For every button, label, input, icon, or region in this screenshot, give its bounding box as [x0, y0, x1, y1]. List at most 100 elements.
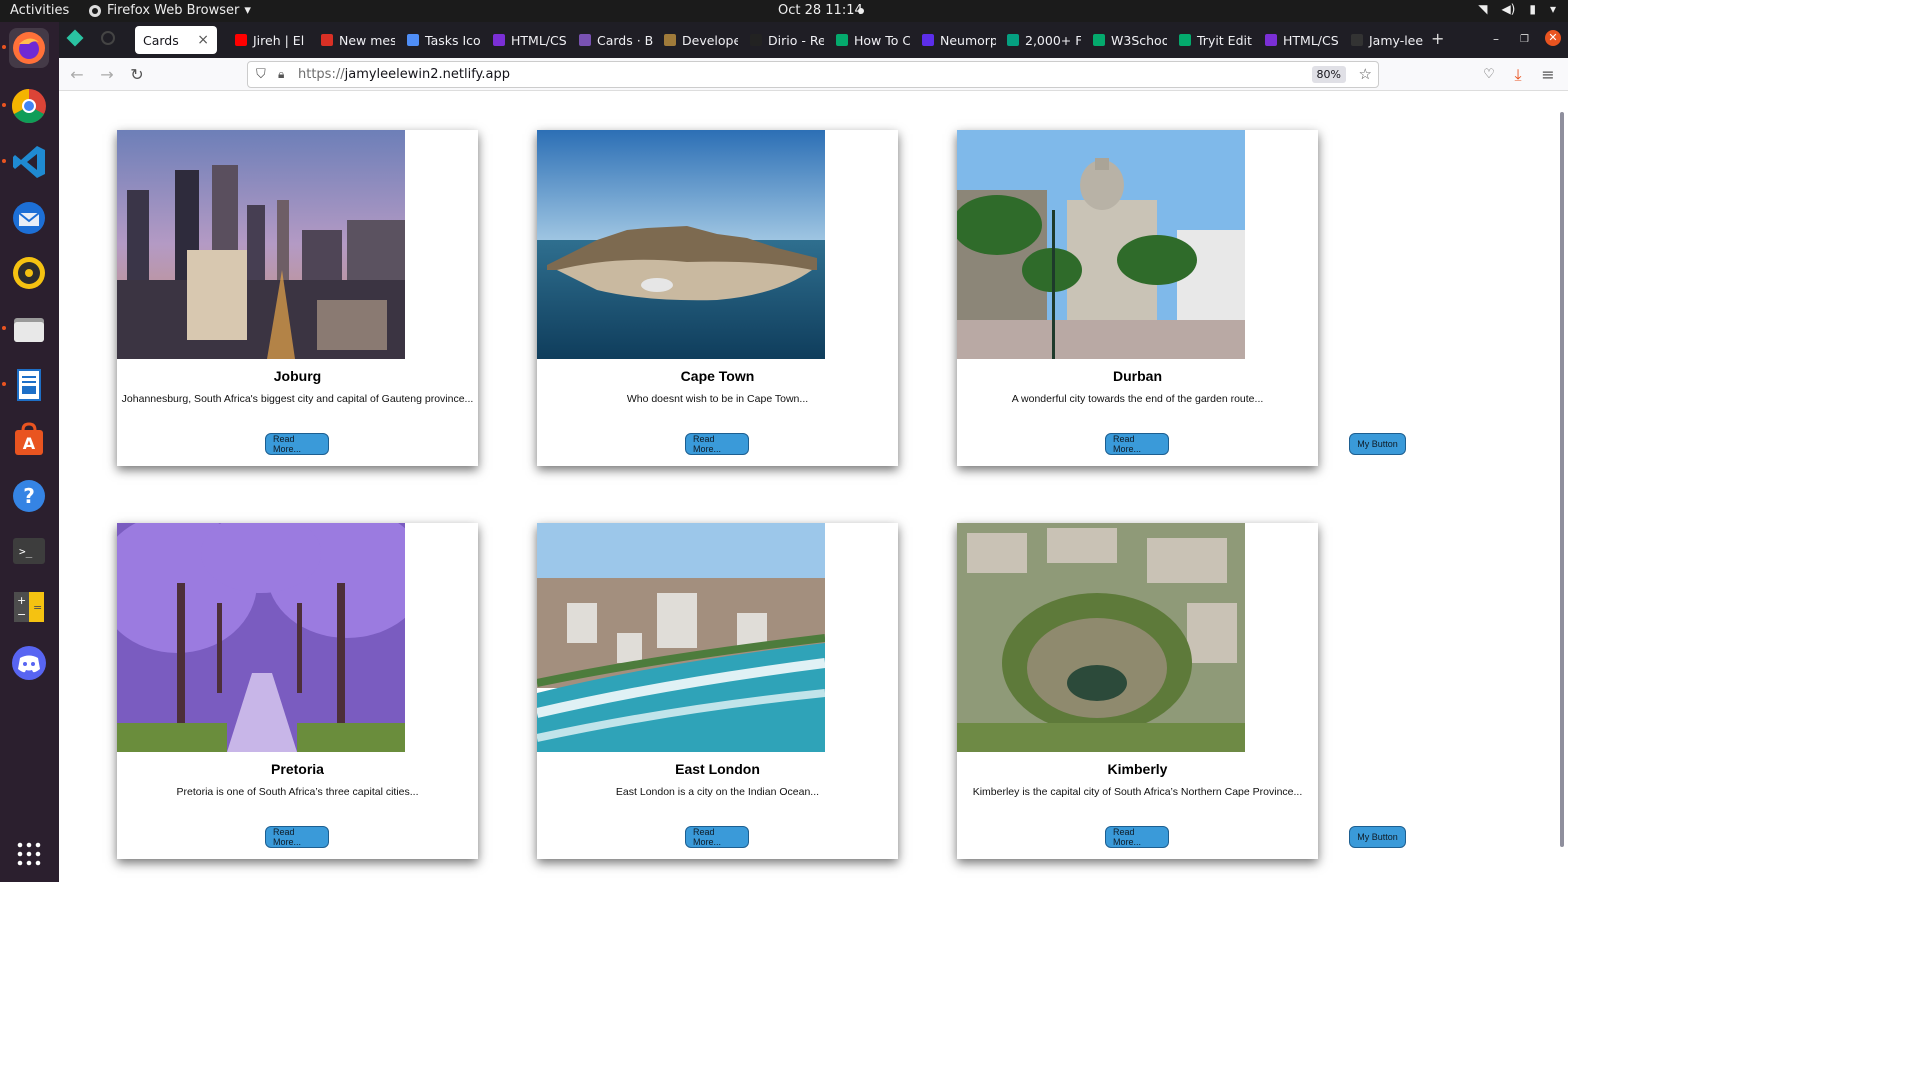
dock-terminal[interactable]: >_: [9, 531, 49, 571]
city-card: East London East London is a city on the…: [537, 523, 898, 859]
browser-tab[interactable]: HTML/CS: [1257, 26, 1339, 54]
new-tab-button[interactable]: +: [1431, 29, 1444, 48]
dock-rhythmbox[interactable]: [9, 253, 49, 293]
card-description: Kimberley is the capital city of South A…: [972, 786, 1303, 798]
dock-vscode[interactable]: [2, 142, 49, 182]
pinned-tab-icon[interactable]: [66, 29, 84, 47]
dock-files[interactable]: [2, 309, 49, 349]
tab-label: Dirio - Re: [768, 32, 824, 48]
browser-tab[interactable]: HTML/CS: [485, 26, 567, 54]
back-button[interactable]: ←: [67, 65, 87, 85]
close-tab-icon[interactable]: ×: [197, 32, 209, 48]
vscode-icon: [13, 146, 45, 178]
browser-tab[interactable]: Tasks Ico: [399, 26, 481, 54]
tab-label: Tryit Edit: [1197, 32, 1252, 48]
tab-favicon-icon: [922, 34, 934, 46]
page-scrollbar[interactable]: [1560, 112, 1564, 847]
url-bar[interactable]: ⛉ 🔒︎ https://jamyleelewin2.netlify.app 8…: [247, 61, 1379, 88]
city-card: Pretoria Pretoria is one of South Africa…: [117, 523, 478, 859]
restore-button[interactable]: ❐: [1520, 34, 1529, 45]
read-more-button[interactable]: Read More...: [265, 433, 329, 455]
city-image: [537, 130, 825, 359]
clock[interactable]: Oct 28 11:14: [778, 3, 863, 18]
browser-tab[interactable]: New mes: [313, 26, 395, 54]
bookmark-star-icon[interactable]: ☆: [1359, 65, 1372, 83]
tab-label: Neumorp: [940, 32, 996, 48]
zoom-level-button[interactable]: 80%: [1311, 66, 1346, 83]
card-title: Durban: [1113, 368, 1162, 384]
my-button[interactable]: My Button: [1349, 826, 1406, 848]
dock-calculator[interactable]: + − =: [9, 587, 49, 627]
software-center-icon: A: [15, 422, 43, 455]
browser-tab[interactable]: Neumorp: [914, 26, 996, 54]
browser-tab[interactable]: 2,000+ Fr: [999, 26, 1081, 54]
url-text[interactable]: https://jamyleelewin2.netlify.app: [298, 67, 510, 82]
chrome-icon: [11, 89, 46, 123]
chevron-down-icon: ▾: [244, 3, 251, 18]
svg-text:>_: >_: [19, 545, 33, 558]
city-image: [957, 130, 1245, 359]
tab-favicon-icon: [1093, 34, 1105, 46]
dock-discord[interactable]: [9, 643, 49, 683]
city-image: [117, 523, 405, 752]
volume-icon: ◀): [1501, 2, 1516, 16]
browser-tab[interactable]: Jamy-lee: [1343, 26, 1425, 54]
close-window-button[interactable]: ✕: [1545, 30, 1561, 46]
browser-tab[interactable]: Jireh | El: [227, 26, 309, 54]
card-title: Pretoria: [271, 761, 324, 777]
tab-favicon-icon: [664, 34, 676, 46]
writer-document-icon: [17, 369, 41, 401]
tab-label: Jireh | El: [253, 32, 305, 48]
folder-icon: [14, 318, 44, 342]
downloads-icon[interactable]: ⤓: [1508, 65, 1528, 85]
dock-chrome[interactable]: [2, 86, 49, 126]
help-icon: ?: [13, 480, 45, 512]
forward-button[interactable]: →: [97, 65, 117, 85]
card-description: East London is a city on the Indian Ocea…: [615, 786, 820, 798]
read-more-button[interactable]: Read More...: [685, 826, 749, 848]
browser-tab[interactable]: Dirio - Re: [742, 26, 824, 54]
app-name: Firefox Web Browser: [107, 3, 240, 18]
read-more-button[interactable]: Read More...: [1105, 433, 1169, 455]
nav-bar: ← → ↻ ⛉ 🔒︎ https://jamyleelewin2.netlify…: [59, 58, 1568, 91]
dock-software[interactable]: A: [9, 420, 49, 460]
pocket-icon[interactable]: ♡: [1479, 65, 1499, 85]
read-more-button[interactable]: Read More...: [685, 433, 749, 455]
city-image: [957, 523, 1245, 752]
dock-firefox[interactable]: [2, 28, 49, 68]
dock-help[interactable]: ?: [9, 476, 49, 516]
card-title: Kimberly: [1107, 761, 1168, 777]
lock-icon[interactable]: 🔒︎: [278, 67, 284, 82]
city-card: Joburg Johannesburg, South Africa's bigg…: [117, 130, 478, 466]
my-button[interactable]: My Button: [1349, 433, 1406, 455]
svg-text:A: A: [23, 434, 36, 453]
browser-tab[interactable]: Develope: [656, 26, 738, 54]
card-description: Johannesburg, South Africa's biggest cit…: [121, 393, 474, 405]
tab-label: How To C: [854, 32, 910, 48]
app-menu[interactable]: Firefox Web Browser ▾: [88, 3, 251, 18]
dock-writer[interactable]: [2, 365, 49, 405]
tracking-protection-shield-icon[interactable]: ⛉: [256, 67, 266, 82]
activities-button[interactable]: Activities: [10, 3, 69, 18]
browser-tab[interactable]: How To C: [828, 26, 910, 54]
city-image: [537, 523, 825, 752]
show-applications-button[interactable]: [9, 834, 49, 874]
browser-tab[interactable]: W3Schoo: [1085, 26, 1167, 54]
minimize-button[interactable]: –: [1493, 32, 1499, 46]
tab-favicon-icon: [321, 34, 333, 46]
tab-favicon-icon: [579, 34, 591, 46]
notification-dot: [858, 8, 864, 14]
reload-button[interactable]: ↻: [127, 65, 147, 85]
tab-label: Cards: [143, 32, 179, 48]
dock-thunderbird[interactable]: [9, 198, 49, 238]
read-more-button[interactable]: Read More...: [265, 826, 329, 848]
read-more-button[interactable]: Read More...: [1105, 826, 1169, 848]
system-tray[interactable]: ◥ ◀) ▮ ▾: [1478, 2, 1556, 16]
card-title: Joburg: [273, 368, 322, 384]
city-card: Durban A wonderful city towards the end …: [957, 130, 1318, 466]
browser-tab[interactable]: Tryit Edit: [1171, 26, 1253, 54]
browser-tab[interactable]: Cards ×: [135, 26, 217, 54]
hamburger-menu-icon[interactable]: ≡: [1538, 65, 1558, 85]
browser-tab[interactable]: Cards · B: [571, 26, 653, 54]
pinned-tab-github-icon[interactable]: [101, 31, 115, 45]
